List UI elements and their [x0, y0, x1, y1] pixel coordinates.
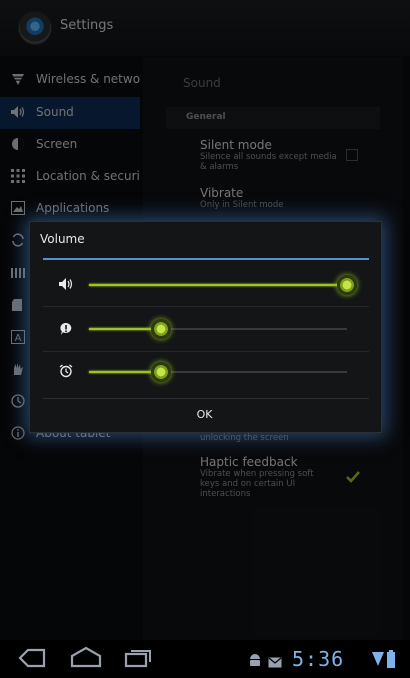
- back-icon: [18, 648, 46, 668]
- ok-button-label: OK: [196, 408, 213, 421]
- dialog-title-divider: [43, 258, 369, 260]
- slider-thumb[interactable]: [337, 275, 357, 295]
- back-button[interactable]: [18, 648, 46, 672]
- home-icon: [70, 646, 102, 668]
- ok-button[interactable]: OK: [29, 399, 380, 431]
- android-icon: [248, 652, 262, 671]
- dialog-title: Volume: [40, 232, 85, 246]
- mail-icon: [268, 653, 282, 672]
- system-bar: [0, 640, 410, 678]
- notification-icon: [58, 322, 74, 340]
- wifi-signal-icon: [372, 651, 384, 671]
- row-divider: [43, 351, 369, 352]
- row-divider: [43, 306, 369, 307]
- media-volume-slider[interactable]: [89, 275, 357, 295]
- battery-icon: [387, 650, 395, 672]
- notification-volume-slider[interactable]: [89, 319, 347, 339]
- speaker-icon: [58, 277, 74, 295]
- slider-fill: [89, 284, 347, 286]
- recent-apps-button[interactable]: [124, 648, 152, 672]
- slider-thumb[interactable]: [151, 319, 171, 339]
- recent-apps-icon: [124, 650, 151, 668]
- alarm-icon: [58, 364, 74, 382]
- home-button[interactable]: [70, 646, 102, 672]
- slider-thumb[interactable]: [151, 362, 171, 382]
- clock[interactable]: 5:36: [292, 647, 344, 671]
- alarm-volume-slider[interactable]: [89, 362, 347, 382]
